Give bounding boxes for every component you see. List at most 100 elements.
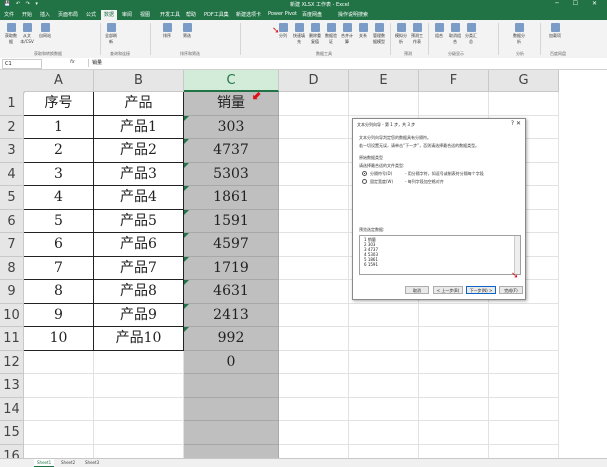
tell-me-search[interactable]: 操作说明搜索 bbox=[338, 11, 368, 18]
ungroup-button[interactable]: 取消组合 bbox=[448, 23, 462, 45]
cell-f15[interactable] bbox=[419, 421, 489, 445]
cell-d15[interactable] bbox=[279, 421, 349, 445]
data-preview-box[interactable]: 1 销量 2 303 3 4737 4 5303 5 1861 6 1591 bbox=[359, 235, 521, 275]
cell-b14[interactable] bbox=[94, 397, 184, 421]
cell-g12[interactable] bbox=[489, 350, 559, 374]
row-header[interactable]: 16 bbox=[0, 444, 24, 458]
row-header[interactable]: 6 bbox=[0, 209, 24, 233]
column-header-e[interactable]: E bbox=[349, 70, 419, 92]
cell-a1[interactable]: 序号 bbox=[24, 92, 94, 116]
cell-b1[interactable]: 产品 bbox=[94, 92, 184, 116]
cell-b11[interactable]: 产品10 bbox=[94, 327, 184, 351]
tab-formulas[interactable]: 公式 bbox=[86, 11, 96, 18]
back-button[interactable]: < 上一步(B) bbox=[433, 286, 463, 294]
cell-e1[interactable] bbox=[349, 92, 419, 116]
cell-b3[interactable]: 产品2 bbox=[94, 139, 184, 163]
column-header-f[interactable]: F bbox=[419, 70, 489, 92]
cell-a6[interactable]: 5 bbox=[24, 209, 94, 233]
cell-d14[interactable] bbox=[279, 397, 349, 421]
cell-g13[interactable] bbox=[489, 374, 559, 398]
manage-data-model-button[interactable]: 管理数据模型 bbox=[372, 23, 386, 45]
cell-e11[interactable] bbox=[349, 327, 419, 351]
row-header[interactable]: 11 bbox=[0, 327, 24, 351]
cell-a5[interactable]: 4 bbox=[24, 186, 94, 210]
cell-a4[interactable]: 3 bbox=[24, 162, 94, 186]
row-header[interactable]: 10 bbox=[0, 303, 24, 327]
cell-f1[interactable] bbox=[419, 92, 489, 116]
row-header[interactable]: 13 bbox=[0, 374, 24, 398]
cell-a16[interactable] bbox=[24, 444, 94, 458]
cell-g1[interactable] bbox=[489, 92, 559, 116]
cell-f11[interactable] bbox=[419, 327, 489, 351]
delimited-radio[interactable] bbox=[362, 171, 367, 176]
cell-b13[interactable] bbox=[94, 374, 184, 398]
cell-b15[interactable] bbox=[94, 421, 184, 445]
dialog-close-icon[interactable]: ? ✕ bbox=[511, 120, 521, 127]
cell-c2[interactable]: 303 bbox=[184, 115, 279, 139]
fx-icon[interactable]: fx bbox=[70, 59, 75, 65]
cell-d10[interactable] bbox=[279, 303, 349, 327]
cell-g15[interactable] bbox=[489, 421, 559, 445]
what-if-button[interactable]: 模拟分析 bbox=[394, 23, 408, 45]
sort-button[interactable]: 排序 bbox=[160, 23, 174, 39]
cell-e10[interactable] bbox=[349, 303, 419, 327]
quick-access-toolbar[interactable]: 💾 ↶ ↷ ▾ bbox=[4, 1, 40, 7]
fixed-width-radio[interactable] bbox=[362, 179, 367, 184]
cell-a12[interactable] bbox=[24, 350, 94, 374]
cell-b2[interactable]: 产品1 bbox=[94, 115, 184, 139]
sheet-tab[interactable]: Sheet2 bbox=[58, 459, 78, 466]
column-header-d[interactable]: D bbox=[279, 70, 349, 92]
cell-e15[interactable] bbox=[349, 421, 419, 445]
cell-c12[interactable]: 0 bbox=[184, 350, 279, 374]
cell-g10[interactable] bbox=[489, 303, 559, 327]
cell-b4[interactable]: 产品3 bbox=[94, 162, 184, 186]
cell-f16[interactable] bbox=[419, 444, 489, 458]
cell-c10[interactable]: 2413 bbox=[184, 303, 279, 327]
from-text-button[interactable]: 从文本/CSV bbox=[20, 23, 34, 45]
data-analysis-button[interactable]: 数据分析 bbox=[512, 23, 526, 45]
cell-c11[interactable]: 992 bbox=[184, 327, 279, 351]
cell-c8[interactable]: 1719 bbox=[184, 256, 279, 280]
cell-d1[interactable] bbox=[279, 92, 349, 116]
data-validation-button[interactable]: 数据验证 bbox=[324, 23, 338, 45]
cell-c1[interactable]: 销量 bbox=[184, 92, 279, 116]
flash-fill-button[interactable]: 快速填充 bbox=[292, 23, 306, 45]
next-button[interactable]: 下一步(N) > bbox=[466, 286, 496, 294]
consolidate-button[interactable]: 合并计算 bbox=[340, 23, 354, 45]
cell-c14[interactable] bbox=[184, 397, 279, 421]
relationships-button[interactable]: 关系 bbox=[356, 23, 370, 39]
tab-baidu-pan[interactable]: 百度网盘 bbox=[302, 11, 322, 18]
cell-f14[interactable] bbox=[419, 397, 489, 421]
cell-a15[interactable] bbox=[24, 421, 94, 445]
cell-d5[interactable] bbox=[279, 186, 349, 210]
cell-f10[interactable] bbox=[419, 303, 489, 327]
column-header-a[interactable]: A bbox=[24, 70, 94, 92]
row-header[interactable]: 15 bbox=[0, 421, 24, 445]
tab-file[interactable]: 文件 bbox=[4, 11, 14, 18]
cell-a2[interactable]: 1 bbox=[24, 115, 94, 139]
remove-duplicates-button[interactable]: 删除重复值 bbox=[308, 23, 322, 45]
cell-f12[interactable] bbox=[419, 350, 489, 374]
cell-d12[interactable] bbox=[279, 350, 349, 374]
name-box[interactable]: C1 bbox=[2, 59, 42, 69]
cell-d8[interactable] bbox=[279, 256, 349, 280]
cell-b12[interactable] bbox=[94, 350, 184, 374]
cell-c9[interactable]: 4631 bbox=[184, 280, 279, 304]
cell-c7[interactable]: 4597 bbox=[184, 233, 279, 257]
tab-review[interactable]: 审阅 bbox=[122, 11, 132, 18]
tab-data[interactable]: 数据 bbox=[101, 10, 118, 20]
cell-c15[interactable] bbox=[184, 421, 279, 445]
tab-new-tab[interactable]: 新建选项卡 bbox=[236, 11, 261, 18]
cell-b7[interactable]: 产品6 bbox=[94, 233, 184, 257]
cell-a7[interactable]: 6 bbox=[24, 233, 94, 257]
cell-d16[interactable] bbox=[279, 444, 349, 458]
row-header[interactable]: 5 bbox=[0, 186, 24, 210]
cell-e12[interactable] bbox=[349, 350, 419, 374]
cell-c6[interactable]: 1591 bbox=[184, 209, 279, 233]
cell-b5[interactable]: 产品4 bbox=[94, 186, 184, 210]
cell-d11[interactable] bbox=[279, 327, 349, 351]
row-header[interactable]: 9 bbox=[0, 280, 24, 304]
cell-a13[interactable] bbox=[24, 374, 94, 398]
tab-page-layout[interactable]: 页面布局 bbox=[58, 11, 78, 18]
row-header[interactable]: 4 bbox=[0, 162, 24, 186]
